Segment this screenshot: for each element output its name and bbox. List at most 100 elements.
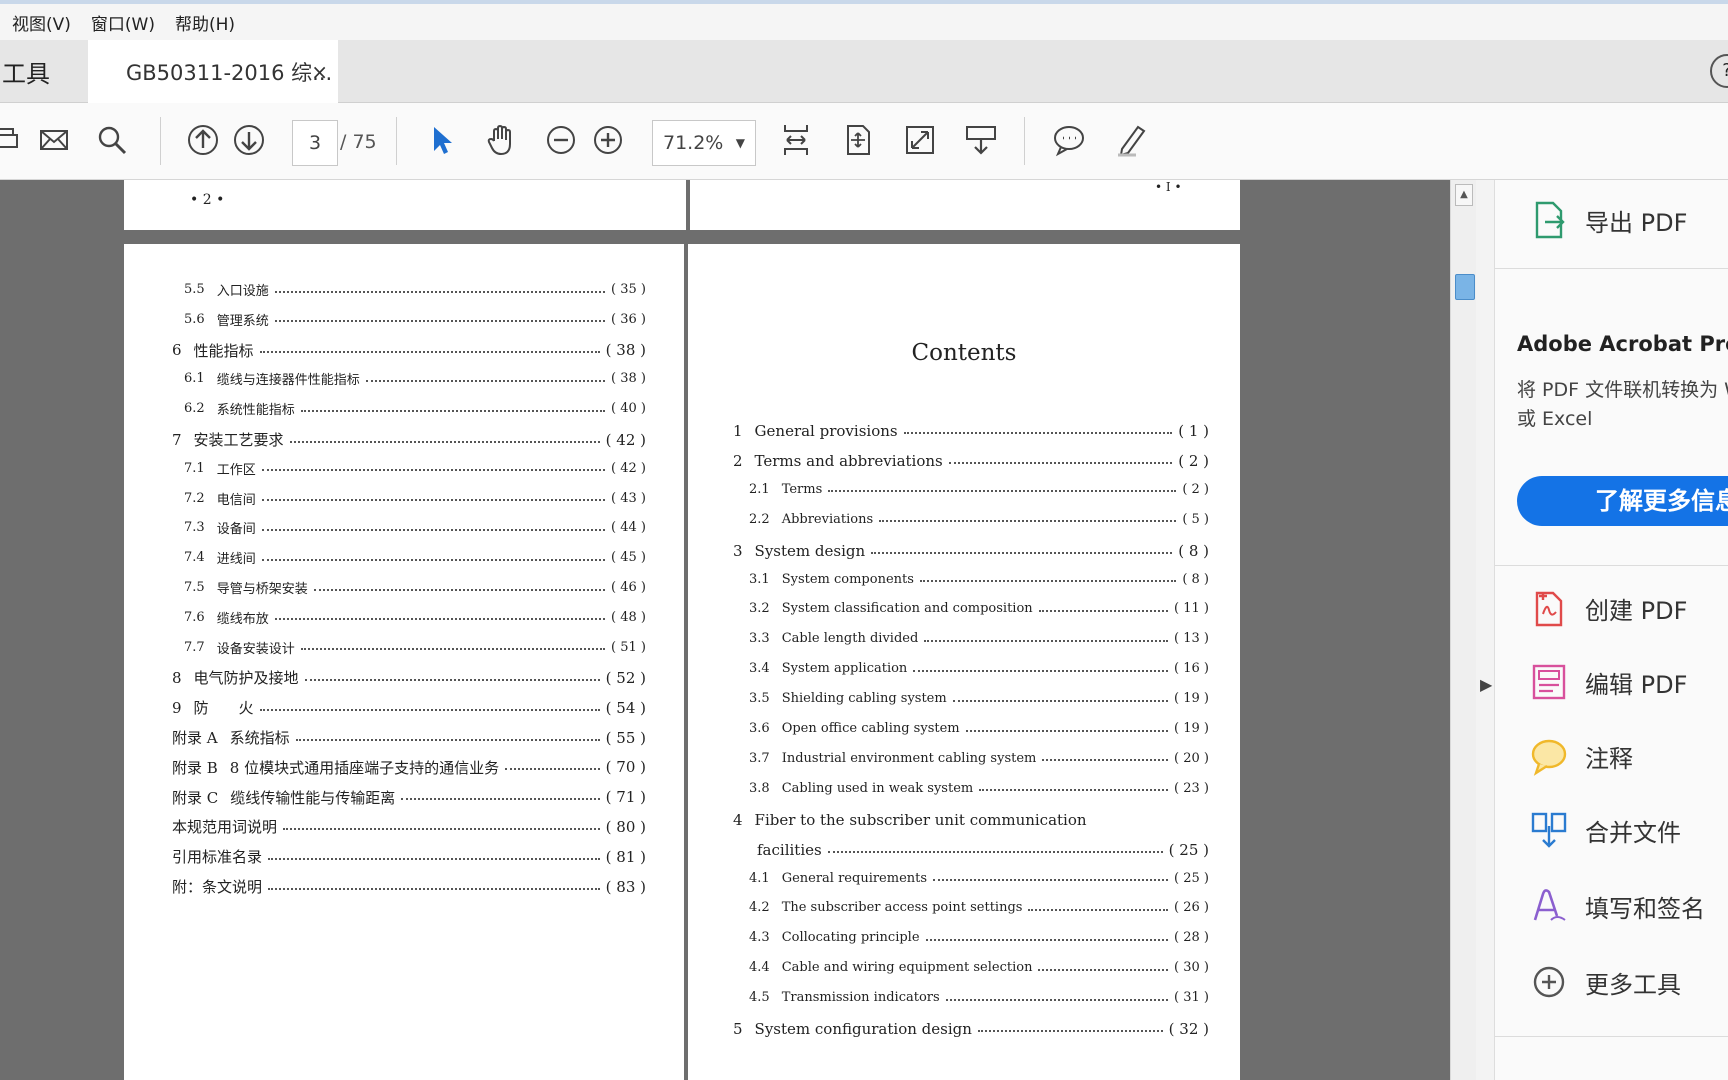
toc-entry[interactable]: 4.1 General requirements ( 25 ) [749,871,1209,886]
more-tools-tool[interactable]: 更多工具 [1529,962,1681,1002]
toc-leader-dots [1042,759,1169,762]
toc-entry[interactable]: 6.2 系统性能指标 ( 40 ) [184,399,646,418]
full-screen-icon[interactable] [900,120,940,160]
toc-entry[interactable]: 3.5 Shielding cabling system ( 19 ) [749,691,1209,706]
page-number-input[interactable]: 3 [292,120,338,166]
zoom-in-icon[interactable] [588,120,628,160]
toc-entry[interactable]: 附：条文说明 ( 83 ) [172,876,646,897]
toc-leader-dots [879,520,1177,523]
toc-entry[interactable]: 附录 A 系统指标 ( 55 ) [172,727,646,748]
toc-entry[interactable]: 7.3 设备间 ( 44 ) [184,518,646,537]
collapse-panel-arrow-icon[interactable]: ▶ [1480,675,1492,694]
zoom-out-icon[interactable] [541,120,581,160]
toc-page-number: ( 31 ) [1174,990,1209,1006]
toc-entry[interactable]: 6 性能指标 ( 38 ) [172,340,646,361]
fit-width-icon[interactable] [776,120,816,160]
print-icon[interactable] [0,120,26,160]
panel-collapse-strip[interactable] [1476,180,1494,1080]
tab-document[interactable]: GB50311-2016 综... × [88,40,338,103]
menu-help[interactable]: 帮助(H) [175,10,235,35]
toc-entry[interactable]: 4.5 Transmission indicators ( 31 ) [749,990,1209,1005]
toc-page-number: ( 11 ) [1174,601,1209,617]
toc-label: facilities [757,840,822,859]
toc-entry[interactable]: facilities ( 25 ) [757,841,1209,859]
toc-number: 7.3 [184,520,205,536]
toc-entry[interactable]: 附录 C 缆线传输性能与传输距离 ( 71 ) [172,787,646,808]
toc-entry[interactable]: 3.2 System classification and composition… [749,601,1209,616]
comment-tool[interactable]: 注释 [1529,736,1633,776]
select-cursor-icon[interactable] [421,120,461,160]
fill-sign-label: 填写和签名 [1585,894,1705,923]
toc-entry[interactable]: 附录 B 8 位模块式通用插座端子支持的通信业务 ( 70 ) [172,757,646,778]
scroll-mode-icon[interactable] [961,120,1001,160]
toc-entry[interactable]: 5.6 管理系统 ( 36 ) [184,310,646,329]
toc-entry[interactable]: 3.3 Cable length divided ( 13 ) [749,631,1209,646]
toc-page-number: ( 20 ) [1174,750,1209,766]
email-icon[interactable] [34,120,74,160]
page-right-contents: Contents 1 General provisions ( 1 ) 2 Terms … [688,244,1240,1080]
toc-entry[interactable]: 4.2 The subscriber access point settings (… [749,900,1209,915]
toc-number: 附录 B [172,758,218,777]
combine-files-tool[interactable]: 合并文件 [1529,810,1681,850]
hand-tool-icon[interactable] [481,120,521,160]
toc-entry[interactable]: 5.5 入口设施 ( 35 ) [184,280,646,299]
document-viewer[interactable]: • 2 • • I • 5.5 入口设施 ( 35 ) 5.6 管理系统 ( 36 ) 6 性… [0,180,1455,1080]
toc-entry[interactable]: 2.2 Abbreviations ( 5 ) [749,512,1209,527]
tab-tools[interactable]: 工具 [0,40,86,102]
toc-entry[interactable]: 1 General provisions ( 1 ) [733,422,1209,440]
scroll-up-arrow-icon[interactable]: ▲ [1455,184,1473,206]
toc-entry[interactable]: 本规范用词说明 ( 80 ) [172,816,646,837]
toc-entry[interactable]: 7.1 工作区 ( 42 ) [184,459,646,478]
pen-icon[interactable] [1111,120,1151,160]
toc-entry[interactable]: 3.6 Open office cabling system ( 19 ) [749,721,1209,736]
toc-entry[interactable]: 7.7 设备安装设计 ( 51 ) [184,638,646,657]
fill-sign-tool[interactable]: 填写和签名 [1529,886,1705,926]
toc-entry[interactable]: 5 System configuration design ( 32 ) [733,1020,1209,1038]
help-icon[interactable]: ? [1710,54,1728,88]
search-icon[interactable] [92,120,132,160]
toc-entry[interactable]: 3 System design ( 8 ) [733,542,1209,560]
previous-page-icon[interactable] [183,120,223,160]
toc-entry[interactable]: 7.6 缆线布放 ( 48 ) [184,608,646,627]
toc-entry[interactable]: 3.1 System components ( 8 ) [749,572,1209,587]
toc-page-number: ( 5 ) [1182,511,1209,527]
fit-page-icon[interactable] [838,120,878,160]
vertical-scrollbar[interactable]: ▲ [1450,180,1477,1080]
export-pdf-tool[interactable]: 导出 PDF [1529,200,1687,240]
toc-entry[interactable]: 7 安装工艺要求 ( 42 ) [172,429,646,450]
toc-label: 工作区 [216,462,256,478]
toc-page-number: ( 16 ) [1174,661,1209,677]
toc-entry[interactable]: 4.3 Collocating principle ( 28 ) [749,930,1209,945]
toc-entry[interactable]: 2.1 Terms ( 2 ) [749,482,1209,497]
toc-number: 2 [733,451,743,470]
next-page-icon[interactable] [229,120,269,160]
toc-entry[interactable]: 3.7 Industrial environment cabling system… [749,751,1209,766]
toc-entry[interactable]: 7.5 导管与桥架安装 ( 46 ) [184,578,646,597]
toc-label: 8 位模块式通用插座端子支持的通信业务 [229,758,500,777]
toc-label: 电气防护及接地 [193,669,299,688]
toc-entry[interactable]: 4 Fiber to the subscriber unit communicat… [733,811,1209,829]
create-pdf-tool[interactable]: 创建 PDF [1529,588,1687,628]
toc-entry[interactable]: 2 Terms and abbreviations ( 2 ) [733,452,1209,470]
menu-view[interactable]: 视图(V) [12,10,71,35]
tab-close-button[interactable]: × [311,60,328,84]
scroll-thumb[interactable] [1455,274,1475,300]
toc-leader-dots [261,558,606,561]
toc-number: 3.4 [749,661,770,677]
menu-window[interactable]: 窗口(W) [91,10,155,35]
toc-page-number: ( 51 ) [611,639,646,655]
toc-entry[interactable]: 4.4 Cable and wiring equipment selection (… [749,960,1209,975]
toc-entry[interactable]: 8 电气防护及接地 ( 52 ) [172,667,646,688]
toc-entry[interactable]: 7.4 进线间 ( 45 ) [184,548,646,567]
zoom-level-select[interactable]: 71.2% ▼ [652,120,756,166]
comment-icon[interactable] [1049,120,1089,160]
toc-entry[interactable]: 引用标准名录 ( 81 ) [172,846,646,867]
learn-more-button[interactable]: 了解更多信息 [1517,476,1728,526]
toc-entry[interactable]: 3.4 System application ( 16 ) [749,661,1209,676]
edit-pdf-tool[interactable]: 编辑 PDF [1529,662,1687,702]
toc-entry[interactable]: 9 防 火 ( 54 ) [172,697,646,718]
toc-entry[interactable]: 7.2 电信间 ( 43 ) [184,489,646,508]
toc-number: 4.3 [749,930,770,946]
toc-entry[interactable]: 6.1 缆线与连接器件性能指标 ( 38 ) [184,369,646,388]
toc-entry[interactable]: 3.8 Cabling used in weak system ( 23 ) [749,781,1209,796]
